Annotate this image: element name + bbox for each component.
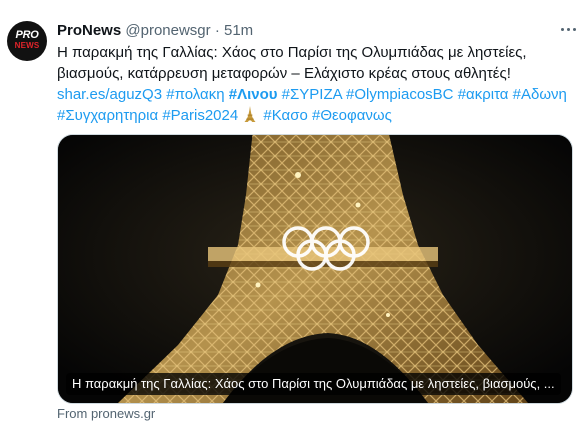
- tweet-text: Η παρακμή της Γαλλίας: Χάος στο Παρίσι τ…: [57, 42, 577, 126]
- eiffel-tower-icon: [244, 106, 256, 122]
- tweet-links-line: shar.es/aguzQ3 #πολακη #Λινου #ΣΥΡΙΖΑ #O…: [57, 84, 577, 105]
- hashtag[interactable]: #Paris2024: [162, 107, 238, 124]
- tweet-text-line: Η παρακμή της Γαλλίας: Χάος στο Παρίσι τ…: [57, 44, 527, 61]
- hashtag[interactable]: #Αδωνη: [513, 86, 567, 103]
- card-caption[interactable]: Η παρακμή της Γαλλίας: Χάος στο Παρίσι τ…: [66, 373, 561, 395]
- hashtag[interactable]: #Θεοφανως: [312, 107, 392, 124]
- link-card[interactable]: Η παρακμή της Γαλλίας: Χάος στο Παρίσι τ…: [57, 134, 573, 404]
- hashtag[interactable]: #OlympiacosBC: [346, 86, 454, 103]
- eiffel-tower-photo: [58, 135, 572, 403]
- tweet-links-line: #Συγχαρητηρια #Paris2024 #Κασο #Θεοφανως: [57, 105, 577, 126]
- hashtag[interactable]: #ακριτα: [458, 86, 509, 103]
- hashtag[interactable]: #Συγχαρητηρια: [57, 107, 158, 124]
- author-name[interactable]: ProNews: [57, 22, 121, 39]
- tweet-text-line: βιασμούς, κατάρρευση μεταφορών – Ελάχιστ…: [57, 65, 511, 82]
- author-handle[interactable]: @pronewsgr: [125, 22, 210, 39]
- hashtag[interactable]: #ΣΥΡΙΖΑ: [282, 86, 342, 103]
- more-options-icon[interactable]: [558, 21, 578, 37]
- avatar-logo-top: PRO: [15, 29, 39, 41]
- hashtag[interactable]: #Κασο: [263, 107, 307, 124]
- hashtag[interactable]: #Λινου: [229, 86, 278, 103]
- hashtag[interactable]: #πολακη: [166, 86, 224, 103]
- tweet[interactable]: PRO NEWS ProNews @pronewsgr · 51m Η παρα…: [0, 0, 584, 421]
- avatar[interactable]: PRO NEWS: [7, 21, 47, 61]
- separator: ·: [214, 22, 220, 39]
- tweet-header: ProNews @pronewsgr · 51m: [57, 21, 253, 41]
- article-link[interactable]: shar.es/aguzQ3: [57, 86, 162, 103]
- tweet-time[interactable]: 51m: [224, 22, 253, 39]
- avatar-logo-bottom: NEWS: [14, 41, 40, 50]
